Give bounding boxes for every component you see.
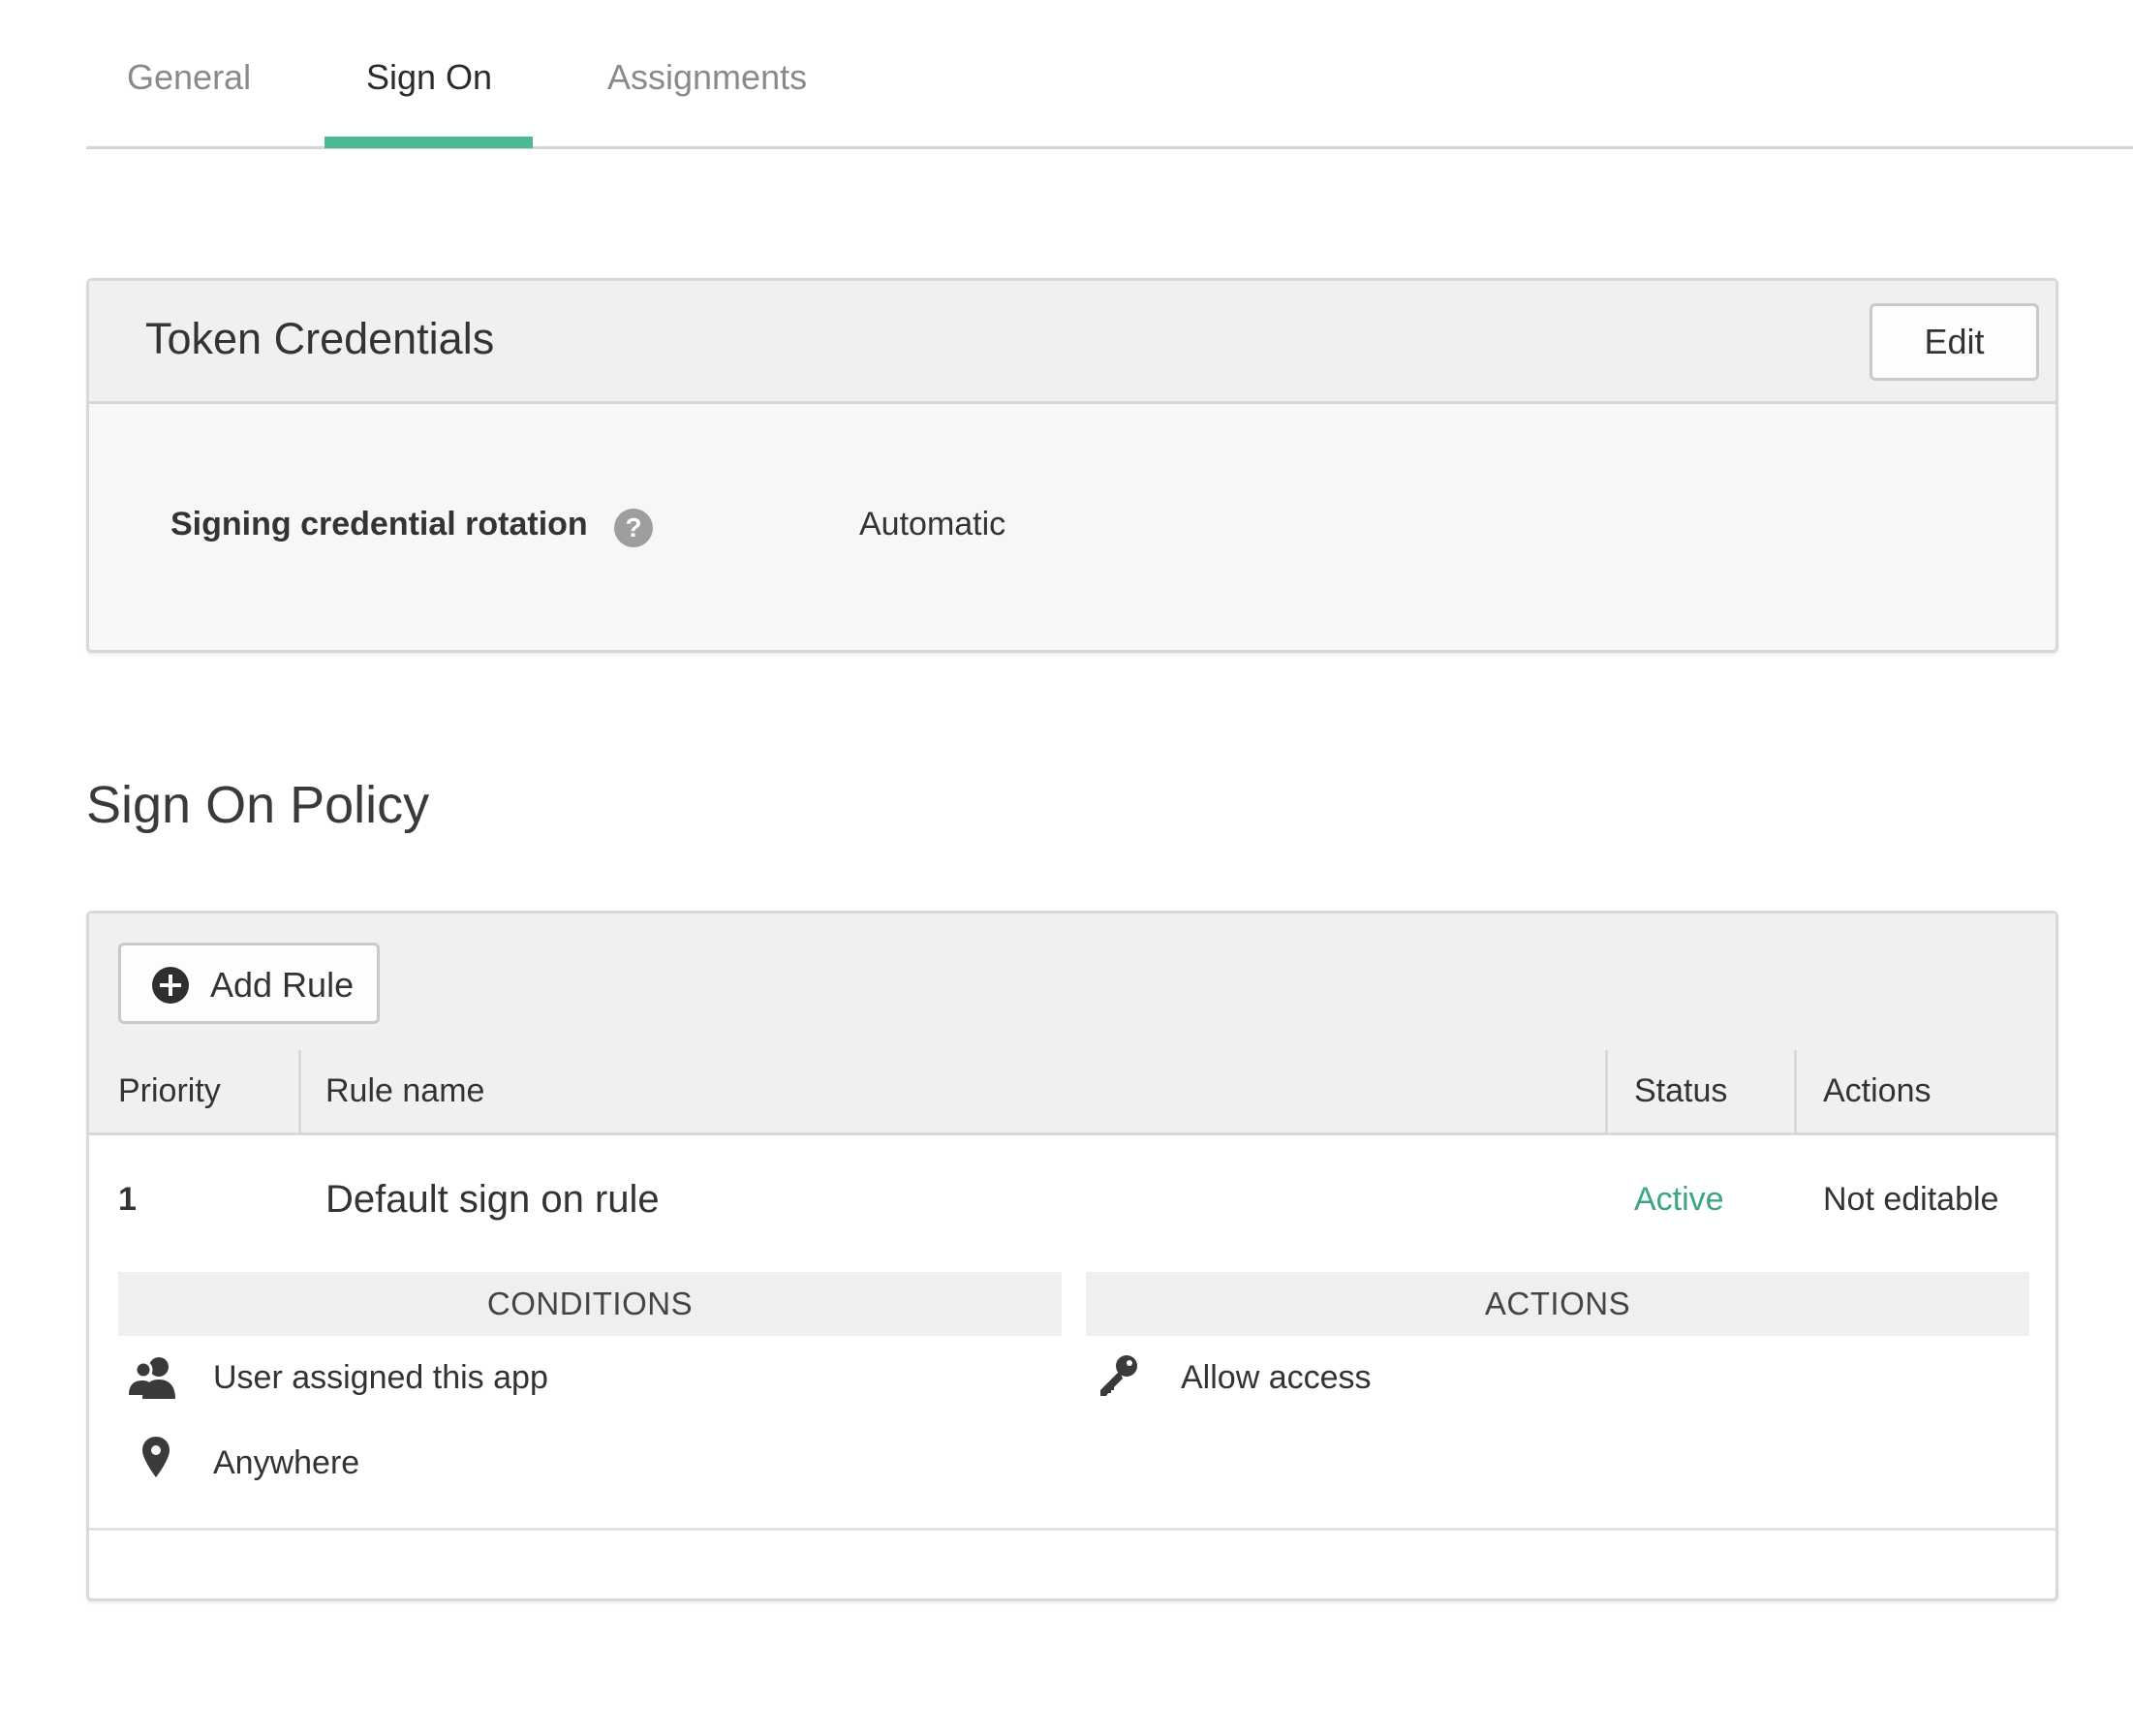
rule-status: Active: [1634, 1181, 1724, 1218]
token-credentials-title: Token Credentials: [145, 314, 495, 363]
condition-anywhere: Anywhere: [213, 1444, 360, 1481]
policy-toolbar: Add Rule: [89, 914, 2056, 1053]
signing-credential-rotation-label: Signing credential rotation: [170, 506, 588, 542]
column-header-priority: Priority: [118, 1072, 221, 1109]
column-header-actions: Actions: [1823, 1072, 1932, 1109]
column-divider: [1605, 1050, 1608, 1132]
condition-user-assigned: User assigned this app: [213, 1359, 548, 1396]
column-header-rule-name: Rule name: [325, 1072, 485, 1109]
token-credentials-header: Token Credentials Edit: [89, 281, 2056, 404]
rule-priority: 1: [118, 1181, 137, 1218]
table-footer-divider: [89, 1528, 2056, 1531]
tab-assignments[interactable]: Assignments: [607, 0, 807, 149]
column-divider: [1794, 1050, 1797, 1132]
edit-button[interactable]: Edit: [1870, 303, 2039, 381]
rule-actions: Not editable: [1823, 1181, 1999, 1218]
user-icon: [129, 1357, 175, 1399]
rule-name: Default sign on rule: [325, 1178, 660, 1221]
add-rule-label: Add Rule: [210, 965, 355, 1005]
add-rule-button[interactable]: Add Rule: [118, 943, 380, 1024]
rules-table-header: Priority Rule name Status Actions: [89, 1050, 2056, 1135]
plus-circle-icon: [152, 967, 189, 1004]
tab-general[interactable]: General: [127, 0, 251, 149]
location-pin-icon: [142, 1437, 170, 1477]
column-divider: [298, 1050, 301, 1132]
active-tab-indicator: [325, 137, 533, 148]
conditions-heading: CONDITIONS: [118, 1272, 1062, 1336]
sign-on-policy-panel: Add Rule Priority Rule name Status Actio…: [86, 911, 2058, 1601]
actions-heading: ACTIONS: [1086, 1272, 2029, 1336]
sign-on-policy-title: Sign On Policy: [86, 776, 430, 834]
action-allow-access: Allow access: [1181, 1359, 1372, 1396]
token-credentials-panel: Token Credentials Edit Signing credentia…: [86, 278, 2058, 653]
column-header-status: Status: [1634, 1072, 1728, 1109]
key-icon: [1100, 1355, 1137, 1396]
tab-sign-on[interactable]: Sign On: [366, 0, 492, 149]
signing-credential-rotation-value: Automatic: [859, 506, 1006, 542]
tab-bar: General Sign On Assignments: [86, 0, 2133, 149]
help-icon[interactable]: ?: [614, 509, 653, 547]
